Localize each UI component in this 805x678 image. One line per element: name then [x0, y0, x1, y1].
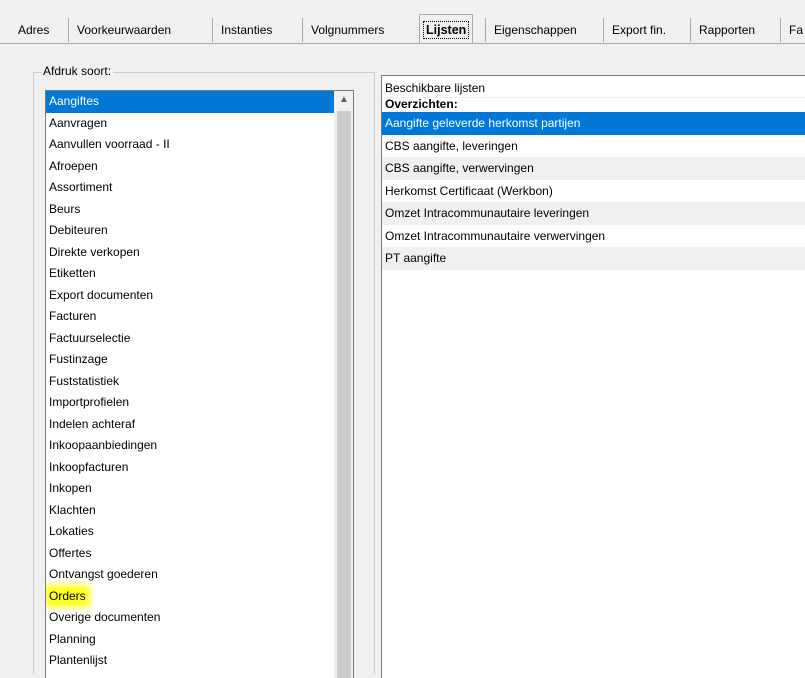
print-type-item-label: Importprofielen [49, 395, 130, 409]
print-type-item[interactable]: Aanvragen [46, 113, 334, 135]
tab-lijsten-label: Lijsten [422, 21, 470, 39]
scroll-up-icon[interactable]: ▲ [335, 91, 353, 109]
available-lists-panel[interactable]: Beschikbare lijsten Overzichten: Aangift… [381, 75, 805, 678]
print-type-item-label: Indelen achteraf [49, 416, 136, 431]
print-type-item-label: Etiketten [49, 266, 96, 280]
tab-voorkeurwaarden[interactable]: Voorkeurwaarden [68, 18, 171, 42]
tab-fa[interactable]: Fa [780, 18, 803, 42]
print-type-item[interactable]: Plantenlijst [46, 650, 334, 672]
tab-rapporten[interactable]: Rapporten [690, 18, 755, 42]
print-type-item-label: Facturen [49, 309, 97, 323]
available-list-item[interactable]: CBS aangifte, leveringen [382, 135, 805, 158]
print-type-item-label: Fustinzage [49, 352, 108, 366]
print-type-item[interactable]: Inkoopfacturen [46, 457, 334, 479]
print-type-item[interactable]: Etiketten [46, 263, 334, 285]
print-type-item[interactable]: Inkoopaanbiedingen [46, 435, 334, 457]
tab-divider [0, 43, 805, 44]
print-type-item-label: Lokaties [49, 524, 94, 538]
print-type-item-label: Assortiment [49, 180, 113, 194]
print-type-item-label: Fuststatistiek [49, 373, 120, 388]
available-list-item[interactable]: CBS aangifte, verwervingen [382, 157, 805, 180]
print-type-item[interactable]: Assortiment [46, 177, 334, 199]
print-type-item-label: Inkoopfacturen [49, 459, 129, 474]
print-type-item-label: Ontvangst goederen [49, 567, 158, 581]
print-type-group-label: Afdruk soort: [41, 64, 114, 78]
print-type-list[interactable]: Aangiftes Aanvragen Aanvullen voorraad - I… [45, 90, 354, 678]
print-type-item[interactable]: Beurs [46, 199, 334, 221]
tab-adres[interactable]: Adres [10, 18, 49, 42]
print-type-item-label: Aangiftes [49, 94, 100, 108]
print-type-item-label: Beurs [49, 201, 81, 216]
print-type-item[interactable]: Klachten [46, 500, 334, 522]
print-type-item-label: Debiteuren [49, 223, 108, 237]
print-type-item[interactable]: Offertes [46, 543, 334, 565]
print-type-item[interactable]: Orders [46, 586, 334, 608]
print-type-item-label: Offertes [49, 545, 92, 560]
available-list-item[interactable]: Omzet Intracommunautaire leveringen [382, 202, 805, 225]
print-type-item[interactable]: Aangiftes [46, 91, 334, 113]
print-type-item[interactable]: Afroepen [46, 156, 334, 178]
print-type-item[interactable]: Fustinzage [46, 349, 334, 371]
print-type-item-label: Afroepen [49, 158, 98, 173]
print-type-item-label: Direkte verkopen [49, 244, 140, 259]
print-type-item[interactable]: Factuurselectie [46, 328, 334, 350]
print-type-item[interactable]: Planning [46, 629, 334, 651]
print-type-scrollbar[interactable]: ▲ [334, 91, 353, 678]
print-type-item[interactable]: Fuststatistiek [46, 371, 334, 393]
print-type-item-label: Plantenlijst [49, 653, 108, 667]
print-type-item-label: Inkopen [49, 481, 92, 495]
print-type-item[interactable]: Indelen achteraf [46, 414, 334, 436]
print-type-item-label: Aanvullen voorraad - II [49, 137, 170, 151]
tab-strip: Adres Voorkeurwaarden Instanties Volgnum… [0, 0, 805, 44]
print-type-item-label: Klachten [49, 502, 96, 517]
print-type-item[interactable]: Debiteuren [46, 220, 334, 242]
tab-export-fin[interactable]: Export fin. [603, 18, 666, 42]
print-type-item[interactable]: Aanvullen voorraad - II [46, 134, 334, 156]
print-type-item[interactable]: Inkopen [46, 478, 334, 500]
available-list-item[interactable]: Herkomst Certificaat (Werkbon) [382, 180, 805, 203]
print-type-item[interactable]: Ontvangst goederen [46, 564, 334, 586]
print-type-rows: Aangiftes Aanvragen Aanvullen voorraad - I… [46, 91, 334, 672]
print-type-item-label: Factuurselectie [49, 330, 131, 345]
print-type-item[interactable]: Facturen [46, 306, 334, 328]
print-type-item[interactable]: Export documenten [46, 285, 334, 307]
print-type-item-label: Overige documenten [49, 610, 161, 624]
print-type-item[interactable]: Overige documenten [46, 607, 334, 629]
print-type-item[interactable]: Importprofielen [46, 392, 334, 414]
tab-instanties[interactable]: Instanties [212, 18, 272, 42]
print-type-item[interactable]: Direkte verkopen [46, 242, 334, 264]
available-lists-header: Beschikbare lijsten [382, 76, 805, 98]
tab-lijsten[interactable]: Lijsten [419, 14, 474, 44]
list-group-label: Overzichten: [385, 97, 458, 111]
print-type-item[interactable]: Lokaties [46, 521, 334, 543]
print-type-item-label: Export documenten [49, 287, 154, 302]
available-list-item[interactable]: PT aangifte [382, 247, 805, 270]
print-type-item-label: Planning [49, 631, 96, 646]
print-type-item-label: Aanvragen [49, 115, 108, 130]
available-lists-rows: Aangifte geleverde herkomst partijen CBS … [382, 112, 805, 270]
available-list-item[interactable]: Omzet Intracommunautaire verwervingen [382, 225, 805, 248]
print-type-item-label: Orders [49, 588, 86, 603]
scroll-thumb[interactable] [337, 111, 351, 678]
available-list-item[interactable]: Aangifte geleverde herkomst partijen [382, 112, 805, 135]
tab-eigenschappen[interactable]: Eigenschappen [485, 18, 577, 42]
tab-volgnummers[interactable]: Volgnummers [302, 18, 384, 42]
print-type-item-label: Inkoopaanbiedingen [49, 438, 158, 452]
